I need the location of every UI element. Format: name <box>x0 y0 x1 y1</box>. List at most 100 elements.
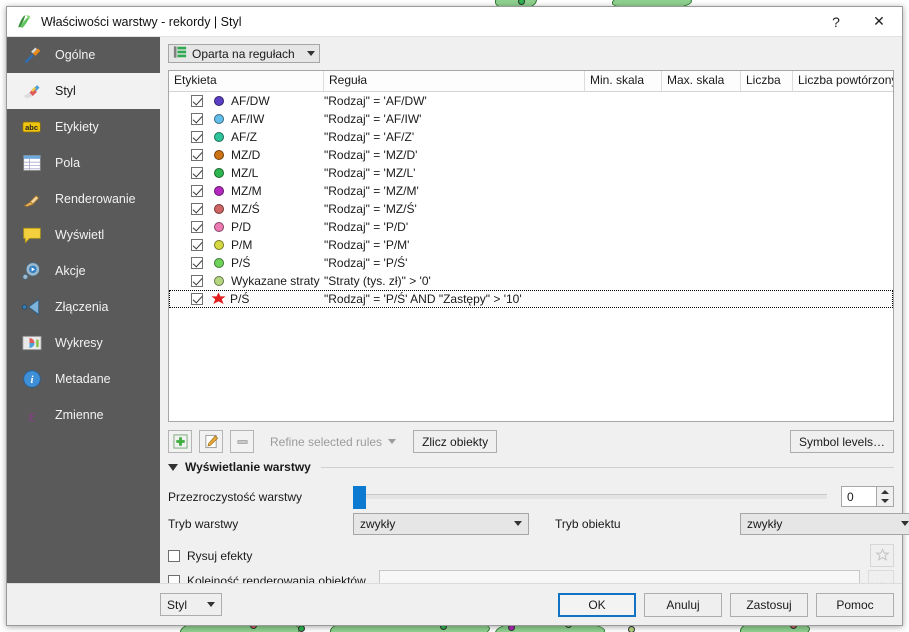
rule-enabled-checkbox[interactable] <box>191 221 203 233</box>
rules-column-header[interactable]: Liczba <box>741 71 793 91</box>
table-row[interactable]: MZ/Ś "Rodzaj" = 'MZ/Ś' <box>169 200 893 218</box>
sidebar-item-label: Ogólne <box>55 48 96 62</box>
sidebar-item-og-lne[interactable]: Ogólne <box>7 37 160 73</box>
rule-symbol-swatch[interactable] <box>214 258 224 268</box>
rule-symbol-swatch[interactable] <box>214 186 224 196</box>
rule-enabled-checkbox[interactable] <box>191 167 203 179</box>
transparency-input[interactable]: 0 <box>841 486 877 507</box>
ok-button[interactable]: OK <box>558 592 636 617</box>
rules-tree-body[interactable]: AF/DW "Rodzaj" = 'AF/DW' AF/IW "Rodzaj" = '… <box>169 92 893 421</box>
rule-enabled-checkbox[interactable] <box>191 149 203 161</box>
sidebar-item-metadane[interactable]: i Metadane <box>7 361 160 397</box>
rule-symbol-swatch[interactable] <box>214 222 224 232</box>
sidebar-item-wy-wietl[interactable]: Wyświetl <box>7 217 160 253</box>
cancel-button[interactable]: Anuluj <box>644 592 722 617</box>
dialog-title: Właściwości warstwy - rekordy | Styl <box>41 14 242 29</box>
symbol-levels-button[interactable]: Symbol levels… <box>789 430 894 453</box>
sidebar-item-pola[interactable]: Pola <box>7 145 160 181</box>
rule-label-cell: P/Ś <box>169 256 324 270</box>
star-effects-icon[interactable] <box>870 544 894 567</box>
count-features-button[interactable]: Zlicz obiekty <box>413 430 498 453</box>
layer-rendering-title: Wyświetlanie warstwy <box>185 460 311 474</box>
stepper-down-icon[interactable] <box>881 499 889 504</box>
layer-blend-mode-combo[interactable]: zwykły <box>353 512 529 535</box>
rules-column-header[interactable]: Liczba powtórzonych <box>793 71 893 91</box>
help-icon[interactable]: ? <box>816 7 856 36</box>
rules-column-header[interactable]: Etykieta <box>169 71 324 91</box>
sidebar-item-etykiety[interactable]: abc Etykiety <box>7 109 160 145</box>
rules-toolbar: Refine selected rules Zlicz obiekty Symb… <box>168 422 894 456</box>
draw-effects-checkbox[interactable] <box>168 549 180 562</box>
rules-column-header[interactable]: Reguła <box>324 71 585 91</box>
rule-enabled-checkbox[interactable] <box>191 185 203 197</box>
rule-enabled-checkbox[interactable] <box>191 203 203 215</box>
rule-symbol-swatch[interactable] <box>214 240 224 250</box>
table-row[interactable]: AF/DW "Rodzaj" = 'AF/DW' <box>169 92 893 110</box>
rule-enabled-checkbox[interactable] <box>191 293 203 305</box>
style-menu-button[interactable]: Styl <box>160 593 222 616</box>
rule-label: AF/IW <box>231 112 265 126</box>
sidebar-item-label: Styl <box>55 84 76 98</box>
rule-enabled-checkbox[interactable] <box>191 95 203 107</box>
renderer-type-combo[interactable]: Oparta na regułach <box>168 44 320 63</box>
table-row[interactable]: MZ/D "Rodzaj" = 'MZ/D' <box>169 146 893 164</box>
apply-button[interactable]: Zastosuj <box>730 592 808 617</box>
dialog-titlebar[interactable]: Właściwości warstwy - rekordy | Styl ? ✕ <box>7 7 902 37</box>
rule-label: P/M <box>231 238 253 252</box>
rule-enabled-checkbox[interactable] <box>191 257 203 269</box>
rule-enabled-checkbox[interactable] <box>191 275 203 287</box>
draw-effects-row: Rysuj efekty <box>168 543 894 568</box>
rules-column-header[interactable]: Max. skala <box>662 71 741 91</box>
sidebar-item-label: Metadane <box>55 372 111 386</box>
table-row[interactable]: MZ/M "Rodzaj" = 'MZ/M' <box>169 182 893 200</box>
sidebar-item-z-czenia[interactable]: Złączenia <box>7 289 160 325</box>
sidebar-item-akcje[interactable]: Akcje <box>7 253 160 289</box>
add-rule-button[interactable] <box>168 430 192 453</box>
table-row[interactable]: P/Ś "Rodzaj" = 'P/Ś' <box>169 254 893 272</box>
remove-rule-button[interactable] <box>230 430 254 453</box>
feature-blend-mode-combo[interactable]: zwykły <box>740 512 909 535</box>
edit-rule-button[interactable] <box>199 430 223 453</box>
rule-label: MZ/M <box>231 184 262 198</box>
rule-symbol-swatch[interactable] <box>214 96 224 106</box>
rules-tree[interactable]: Etykieta Reguła Min. skala Max. skala Liczba… <box>168 70 894 422</box>
layer-rendering-header[interactable]: Wyświetlanie warstwy <box>168 460 894 474</box>
table-row[interactable]: P/Ś "Rodzaj" = 'P/Ś' AND "Zastępy" > '10' <box>169 290 893 308</box>
sidebar-item-renderowanie[interactable]: Renderowanie <box>7 181 160 217</box>
rule-enabled-checkbox[interactable] <box>191 239 203 251</box>
rule-symbol-swatch[interactable] <box>214 276 224 286</box>
rule-symbol-swatch[interactable] <box>214 168 224 178</box>
rule-enabled-checkbox[interactable] <box>191 131 203 143</box>
transparency-slider-handle[interactable] <box>353 486 366 509</box>
paintbrush-icon <box>19 80 45 102</box>
rule-symbol-swatch[interactable] <box>214 132 224 142</box>
rule-label: MZ/Ś <box>231 202 260 216</box>
rule-expression: "Rodzaj" = 'P/M' <box>324 238 410 252</box>
table-row[interactable]: P/M "Rodzaj" = 'P/M' <box>169 236 893 254</box>
sidebar-item-zmienne[interactable]: ε Zmienne <box>7 397 160 433</box>
close-icon[interactable]: ✕ <box>856 7 902 36</box>
transparency-slider[interactable] <box>353 486 827 509</box>
rule-symbol-swatch[interactable] <box>214 204 224 214</box>
transparency-stepper[interactable] <box>877 486 894 507</box>
rule-symbol-swatch[interactable] <box>214 150 224 160</box>
refine-selected-rules-button[interactable]: Refine selected rules <box>261 430 406 453</box>
rule-enabled-checkbox[interactable] <box>191 113 203 125</box>
table-row[interactable]: AF/IW "Rodzaj" = 'AF/IW' <box>169 110 893 128</box>
broom-icon <box>19 188 45 210</box>
rule-symbol-swatch[interactable] <box>214 114 224 124</box>
stepper-up-icon[interactable] <box>881 489 889 494</box>
table-row[interactable]: Wykazane straty "Straty (tys. zł)" > '0' <box>169 272 893 290</box>
table-row[interactable]: P/D "Rodzaj" = 'P/D' <box>169 218 893 236</box>
table-row[interactable]: AF/Z "Rodzaj" = 'AF/Z' <box>169 128 893 146</box>
sidebar-item-label: Pola <box>55 156 81 170</box>
sidebar-item-styl[interactable]: Styl <box>7 73 160 109</box>
table-row[interactable]: MZ/L "Rodzaj" = 'MZ/L' <box>169 164 893 182</box>
rule-symbol-swatch[interactable] <box>211 292 226 304</box>
help-button[interactable]: Pomoc <box>816 592 894 617</box>
rules-column-header[interactable]: Min. skala <box>585 71 662 91</box>
rule-label: MZ/L <box>231 166 259 180</box>
sidebar-item-wykresy[interactable]: Wykresy <box>7 325 160 361</box>
gear-play-icon <box>19 260 45 282</box>
map-point <box>298 625 305 632</box>
